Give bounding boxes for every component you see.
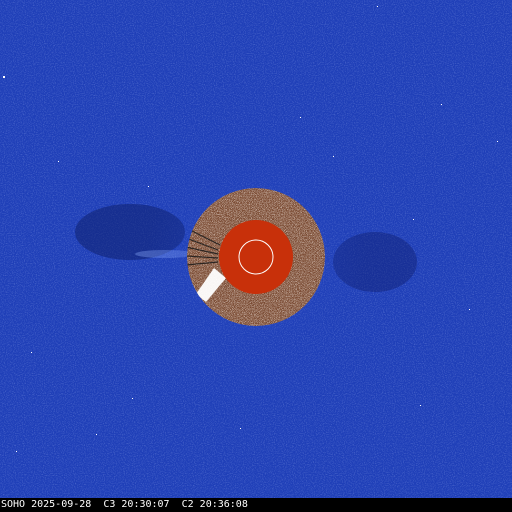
coronagraph-svg (0, 0, 512, 498)
coronagraph-image (0, 0, 512, 498)
image-caption: SOHO 2025-09-28 C3 20:30:07 C2 20:36:08 (1, 499, 248, 510)
occulter-disk (219, 220, 293, 294)
caption-bar: SOHO 2025-09-28 C3 20:30:07 C2 20:36:08 (0, 498, 512, 512)
